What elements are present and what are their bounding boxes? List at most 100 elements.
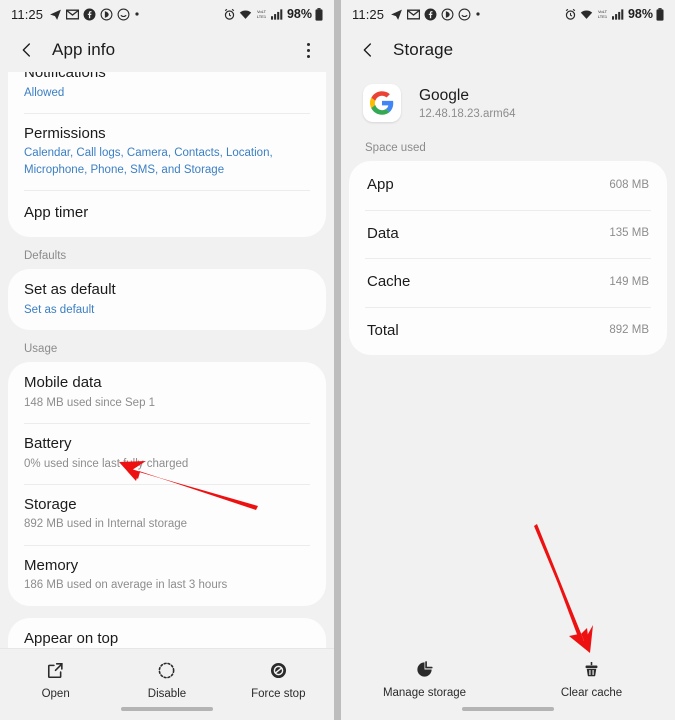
circle-play-icon: [100, 8, 113, 21]
status-notification-icons: [390, 8, 481, 21]
open-external-icon: [46, 659, 65, 681]
action-label: Clear cache: [561, 687, 622, 699]
open-button[interactable]: Open: [4, 659, 108, 700]
card-gap: [0, 606, 334, 618]
force-stop-button[interactable]: Force stop: [226, 659, 330, 700]
wifi-icon: [580, 9, 593, 20]
storage-row-app: App 608 MB: [349, 161, 667, 210]
battery-percent: 98%: [287, 7, 312, 21]
home-indicator[interactable]: [121, 707, 213, 711]
disable-button[interactable]: Disable: [115, 659, 219, 700]
app-info-panel: 11:25: [0, 0, 334, 720]
force-stop-icon: [269, 659, 288, 681]
alarm-icon: [223, 8, 236, 21]
bottom-action-bar-left: Open Disable Force stop: [0, 648, 334, 720]
storage-appbar: Storage: [341, 28, 675, 72]
row-title: Notifications: [24, 72, 310, 83]
row-subtitle: 892 MB used in Internal storage: [24, 516, 310, 532]
telegram-icon: [49, 8, 62, 21]
card-space-used: App 608 MB Data 135 MB Cache 149 MB Tota…: [349, 161, 667, 355]
row-title: Appear on top: [24, 629, 310, 649]
volte-icon: VoLTLTE1: [255, 8, 268, 20]
storage-row-label: App: [367, 175, 394, 195]
storage-row-total: Total 892 MB: [349, 307, 667, 356]
storage-row-value: 608 MB: [609, 179, 649, 191]
gmail-icon: [66, 9, 79, 20]
list-item-app-timer[interactable]: App timer: [8, 190, 326, 238]
panel-divider: [334, 0, 341, 720]
storage-row-cache: Cache 149 MB: [349, 258, 667, 307]
list-item-mobile-data[interactable]: Mobile data 148 MB used since Sep 1: [8, 362, 326, 423]
app-info-appbar: App info: [0, 28, 334, 72]
section-label-space-used: Space used: [341, 138, 675, 161]
page-title: App info: [52, 40, 115, 60]
telegram-icon: [390, 8, 403, 21]
list-item-memory[interactable]: Memory 186 MB used on average in last 3 …: [8, 545, 326, 606]
row-subtitle: 186 MB used on average in last 3 hours: [24, 577, 310, 593]
storage-scroll[interactable]: Google 12.48.18.23.arm64 Space used App …: [341, 72, 675, 720]
app-info-scroll[interactable]: Notifications Allowed Permissions Calend…: [0, 72, 334, 720]
row-subtitle: Calendar, Call logs, Camera, Contacts, L…: [24, 145, 310, 178]
gmail-icon: [407, 9, 420, 20]
status-bar-right: 11:25: [341, 0, 675, 28]
circle-smiley-icon: [117, 8, 130, 21]
alarm-icon: [564, 8, 577, 21]
status-notification-icons: [49, 8, 140, 21]
storage-row-value: 135 MB: [609, 227, 649, 239]
bottom-action-bar-right: Manage storage Clear cache: [341, 648, 675, 720]
screenshot-stage: 11:25: [0, 0, 675, 720]
row-subtitle: 0% used since last fully charged: [24, 456, 310, 472]
row-title: Mobile data: [24, 373, 310, 393]
list-item-set-as-default[interactable]: Set as default Set as default: [8, 269, 326, 330]
svg-text:VoLT: VoLT: [257, 9, 267, 14]
app-meta: Google 12.48.18.23.arm64: [419, 87, 516, 120]
manage-storage-button[interactable]: Manage storage: [373, 658, 477, 699]
volte-icon: VoLTLTE1: [596, 8, 609, 20]
status-system-icons: VoLTLTE1 98%: [564, 7, 664, 21]
list-item-notifications[interactable]: Notifications Allowed: [8, 72, 326, 113]
action-label: Manage storage: [383, 687, 466, 699]
row-title: Permissions: [24, 124, 310, 144]
app-version: 12.48.18.23.arm64: [419, 108, 516, 120]
more-options-icon[interactable]: [296, 38, 320, 62]
row-subtitle: 148 MB used since Sep 1: [24, 395, 310, 411]
status-time: 11:25: [11, 7, 43, 22]
home-indicator[interactable]: [462, 707, 554, 711]
row-title: App timer: [24, 203, 310, 223]
status-time: 11:25: [352, 7, 384, 22]
svg-text:VoLT: VoLT: [598, 9, 608, 14]
facebook-icon: [424, 8, 437, 21]
row-title: Storage: [24, 495, 310, 515]
list-item-storage[interactable]: Storage 892 MB used in Internal storage: [8, 484, 326, 545]
list-item-battery[interactable]: Battery 0% used since last fully charged: [8, 423, 326, 484]
section-label-usage: Usage: [0, 330, 334, 362]
clear-cache-button[interactable]: Clear cache: [540, 658, 644, 699]
circle-smiley-icon: [458, 8, 471, 21]
section-label-defaults: Defaults: [0, 237, 334, 269]
facebook-icon: [83, 8, 96, 21]
back-icon[interactable]: [14, 37, 40, 63]
row-subtitle: Set as default: [24, 302, 310, 318]
action-label: Open: [42, 688, 70, 700]
pie-chart-icon: [415, 658, 434, 680]
list-item-permissions[interactable]: Permissions Calendar, Call logs, Camera,…: [8, 113, 326, 190]
dot-icon: [134, 11, 140, 17]
card-defaults: Set as default Set as default: [8, 269, 326, 330]
signal-icon: [271, 9, 283, 20]
broom-icon: [582, 658, 601, 680]
row-subtitle: Allowed: [24, 85, 310, 101]
status-bar-left: 11:25: [0, 0, 334, 28]
dot-icon: [475, 11, 481, 17]
storage-row-data: Data 135 MB: [349, 210, 667, 259]
storage-panel: 11:25: [341, 0, 675, 720]
app-header: Google 12.48.18.23.arm64: [341, 72, 675, 138]
card-usage: Mobile data 148 MB used since Sep 1 Batt…: [8, 362, 326, 605]
svg-text:LTE1: LTE1: [257, 14, 267, 19]
signal-icon: [612, 9, 624, 20]
battery-percent: 98%: [628, 7, 653, 21]
back-icon[interactable]: [355, 37, 381, 63]
disable-dashed-circle-icon: [157, 659, 176, 681]
card-permissions: Notifications Allowed Permissions Calend…: [8, 72, 326, 237]
storage-row-label: Data: [367, 224, 399, 244]
svg-text:LTE1: LTE1: [598, 14, 608, 19]
